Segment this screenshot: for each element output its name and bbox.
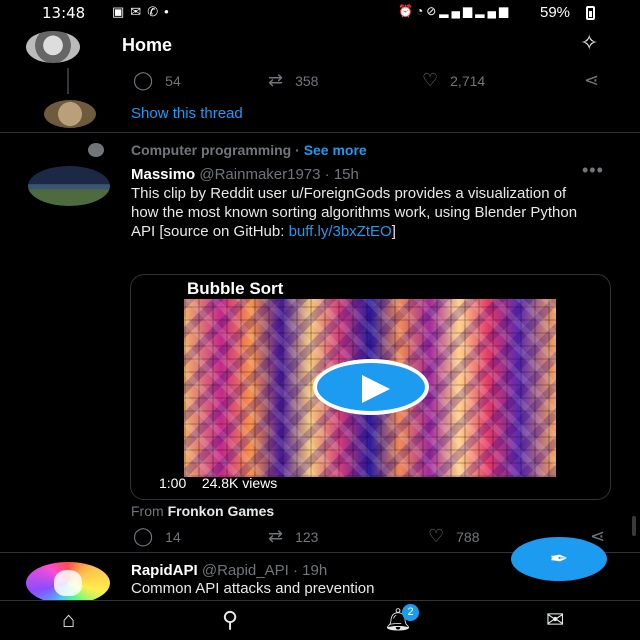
divider [0,132,640,133]
see-more-link[interactable]: See more [304,142,367,158]
more-icon[interactable]: ••• [582,160,604,181]
alarm-icon: ⏰ [398,4,416,18]
battery-percent: 59% [540,4,571,21]
author-line: Massimo @Rainmaker1973 · 15h [131,166,359,183]
author-avatar[interactable] [28,166,110,206]
reply-icon: ◯ [133,526,154,546]
reply-button[interactable]: ◯ 14 [133,526,181,547]
heart-icon: ♡ [428,526,445,546]
retweet-icon: ⇄ [268,70,284,90]
share-button[interactable]: ⋖ [584,70,599,91]
battery-icon [586,6,595,20]
system-icons: ⏰◔⊘▂▄▆▂▄▆ [398,4,511,18]
mail-icon[interactable]: ✉ [546,607,564,633]
next-post-text: Common API attacks and prevention [131,580,375,597]
retweet-button[interactable]: ⇄ 358 [268,70,318,91]
thread-line [67,68,69,94]
play-icon [362,375,390,403]
compose-feather-icon: ✒ [549,546,569,571]
video-card[interactable]: Bubble Sort 1:00 24.8K views [130,274,611,500]
reply-count: 14 [165,528,181,545]
retweet-count: 123 [295,528,319,545]
notification-badge: 2 [402,604,419,621]
missed-call-icon: ✆ [147,4,165,19]
next-author-name[interactable]: RapidAPI [131,562,198,579]
rapidapi-avatar[interactable] [26,562,110,604]
author-handle[interactable]: @Rainmaker1973 [199,166,320,183]
gallery-icon: ▣ [112,4,131,19]
topic-separator: · [291,142,304,158]
page-title: Home [122,35,173,55]
home-icon[interactable]: ⌂ [62,607,75,633]
reply-icon: ◯ [133,70,154,90]
retweet-button[interactable]: ⇄ 123 [268,526,318,547]
video-title: Bubble Sort [187,279,284,298]
reply-count: 54 [165,72,181,89]
notification-icons: ▣✉✆• [112,4,175,20]
video-views: 24.8K views [201,475,278,491]
dot-icon: • [164,4,175,19]
like-count: 788 [456,528,480,545]
wifi-icon: ◔ [415,4,427,18]
message-icon: ✉ [130,4,148,19]
next-author-line: RapidAPI @Rapid_API · 19h [131,562,327,579]
retweet-count: 358 [295,72,319,89]
scrollbar[interactable] [632,516,636,536]
heart-icon: ♡ [422,70,439,90]
play-button[interactable] [313,359,429,415]
post-time: 15h [333,166,359,183]
reply-button[interactable]: ◯ 54 [133,70,181,91]
video-meta: 1:00 24.8K views [159,475,277,491]
topic-line: Computer programming · See more [131,142,367,158]
from-label: From [131,503,164,519]
time-separator: · [324,166,330,183]
like-button[interactable]: ♡ 2,714 [422,70,485,91]
like-count: 2,714 [450,72,486,89]
mute-icon: ⊘ [426,4,440,18]
post-link-suffix: ] [391,223,396,240]
author-name[interactable]: Massimo [131,166,195,183]
sparkle-icon[interactable]: ✧ [580,30,598,56]
app-header: Home ✧ [0,26,640,68]
topic-label[interactable]: Computer programming [131,142,291,158]
post-link[interactable]: buff.ly/3bxZtEO [289,223,392,240]
next-author-handle[interactable]: @Rapid_API [202,562,289,579]
signal-icon: ▂▄▆ [475,4,512,18]
thread-avatar[interactable] [44,100,96,128]
post-text: This clip by Reddit user u/ForeignGods p… [131,184,591,241]
next-post-time: 19h [302,562,328,579]
video-source: From Fronkon Games [131,503,274,519]
time-separator: · [292,562,298,579]
show-thread-link[interactable]: Show this thread [131,105,243,122]
share-icon: ⋖ [584,70,600,90]
profile-avatar[interactable] [26,31,80,63]
status-time: 13:48 [42,4,86,22]
like-button[interactable]: ♡ 788 [428,526,480,547]
retweet-icon: ⇄ [268,526,284,546]
search-icon[interactable]: ⚲ [222,607,238,633]
video-duration: 1:00 [159,475,187,491]
signal-icon: ▂▄▆ [439,4,476,18]
bottom-nav: ⌂ ⚲ 🔔︎ ✉ [0,600,640,640]
topic-icon [88,143,104,157]
status-bar: 13:48 ▣✉✆• ⏰◔⊘▂▄▆▂▄▆ 59% [0,0,640,26]
compose-button[interactable]: ✒ [511,537,607,581]
source-name[interactable]: Fronkon Games [168,503,275,519]
